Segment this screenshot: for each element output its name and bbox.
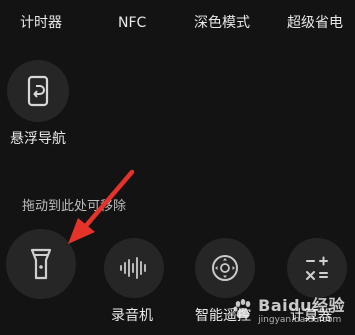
- watermark-brand: Baidu经验: [258, 296, 345, 315]
- baidu-jingyan-watermark: Baidu经验 jingyan.baidu.com: [232, 297, 345, 325]
- tile-label-dark-mode[interactable]: 深色模式: [194, 14, 250, 32]
- flashlight-tile[interactable]: [6, 229, 76, 299]
- floating-nav-label: 悬浮导航: [10, 131, 66, 147]
- floating-nav-tile[interactable]: [7, 60, 69, 122]
- recorder-tile[interactable]: [104, 238, 164, 298]
- phone-back-icon: [25, 75, 51, 107]
- remote-dpad-icon: [210, 253, 240, 283]
- tile-label-nfc[interactable]: NFC: [118, 14, 146, 32]
- tile-label-timer[interactable]: 计时器: [20, 14, 62, 32]
- calculator-icon: [304, 255, 330, 281]
- tile-label-super-power-saving[interactable]: 超级省电: [287, 14, 343, 32]
- smart-remote-tile[interactable]: [195, 238, 255, 298]
- paw-logo-icon: [232, 298, 254, 324]
- watermark-url: jingyan.baidu.com: [258, 315, 342, 325]
- recorder-label: 录音机: [111, 308, 153, 324]
- flashlight-icon: [30, 247, 52, 281]
- drag-to-remove-hint: 拖动到此处可移除: [22, 199, 127, 214]
- calculator-tile[interactable]: [287, 238, 347, 298]
- waveform-icon: [119, 257, 149, 279]
